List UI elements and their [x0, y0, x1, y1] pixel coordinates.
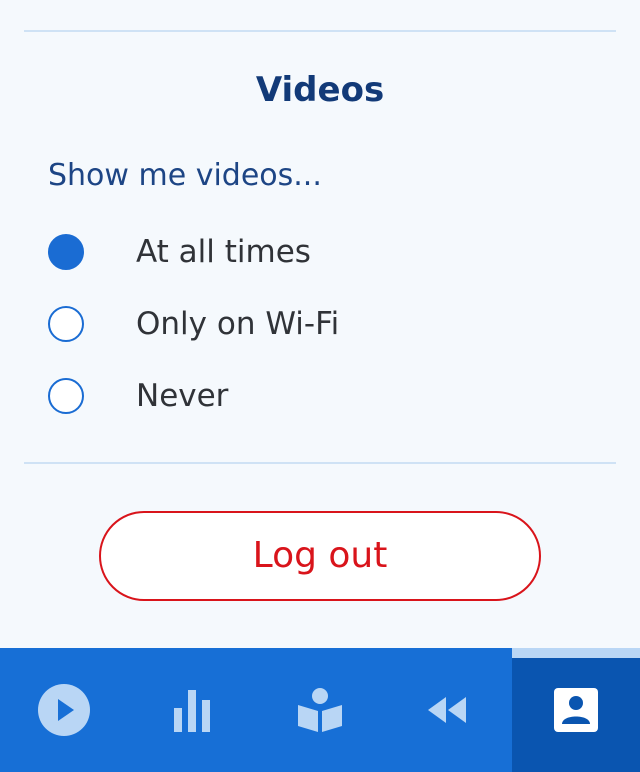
radio-option-only-on-wifi[interactable]: Only on Wi-Fi: [48, 300, 608, 348]
profile-icon: [554, 688, 598, 732]
videos-prompt: Show me videos...: [48, 158, 322, 193]
bar-chart-icon: [174, 690, 210, 732]
tab-play[interactable]: [0, 648, 128, 772]
top-divider: [24, 30, 616, 32]
tab-reading[interactable]: [256, 648, 384, 772]
tab-stats[interactable]: [128, 648, 256, 772]
reading-icon: [298, 688, 342, 732]
radio-label: Only on Wi-Fi: [136, 306, 340, 342]
settings-content: Videos Show me videos... At all times On…: [0, 0, 640, 648]
section-title: Videos: [255, 70, 385, 110]
radio-label: Never: [136, 378, 229, 414]
logout-button[interactable]: Log out: [99, 511, 541, 601]
tab-rewind[interactable]: [384, 648, 512, 772]
radio-label: At all times: [136, 234, 311, 270]
radio-option-at-all-times[interactable]: At all times: [48, 228, 608, 276]
radio-button-checked[interactable]: [48, 234, 84, 270]
bottom-divider: [24, 462, 616, 464]
radio-button[interactable]: [48, 378, 84, 414]
radio-option-never[interactable]: Never: [48, 372, 608, 420]
bottom-tab-bar: [0, 648, 640, 772]
tab-profile[interactable]: [512, 648, 640, 772]
play-circle-icon: [38, 684, 90, 736]
radio-button[interactable]: [48, 306, 84, 342]
rewind-icon: [428, 697, 466, 723]
